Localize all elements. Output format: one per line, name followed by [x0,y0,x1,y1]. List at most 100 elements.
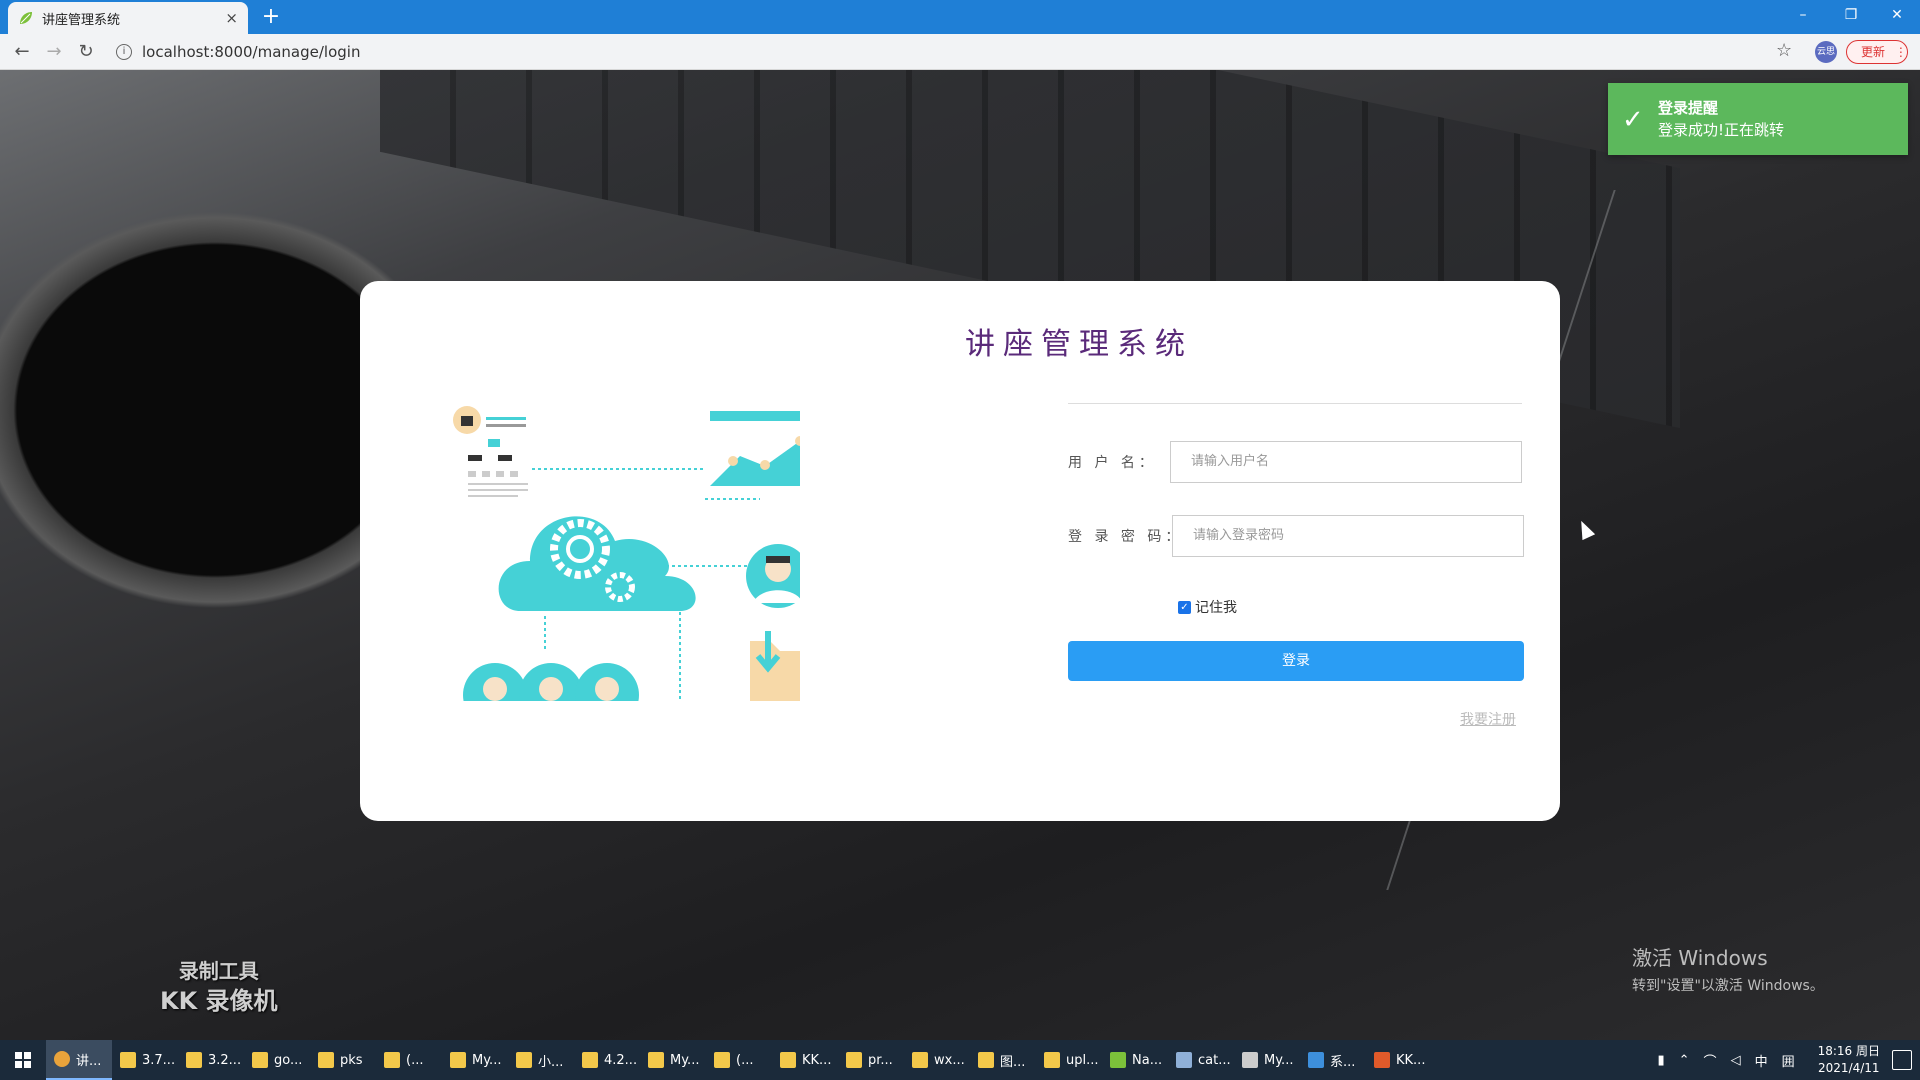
taskbar-item[interactable]: (... [706,1040,772,1080]
title-divider [1068,403,1522,404]
taskbar-item[interactable]: go... [244,1040,310,1080]
chevron-up-icon[interactable]: ⌃ [1679,1053,1690,1068]
windows-logo-icon [15,1052,31,1068]
recorder-watermark: 录制工具 KK 录像机 [160,956,278,1016]
taskbar-item-label: 3.2... [208,1052,242,1068]
taskbar-item-label: pr... [868,1052,893,1068]
taskbar-item[interactable]: 图... [970,1040,1036,1080]
taskbar-item[interactable]: 讲... [46,1040,112,1080]
folder-icon [1044,1052,1060,1068]
username-input[interactable]: 请输入用户名 [1170,441,1522,483]
taskbar-item-label: KK... [1396,1052,1426,1068]
login-card: 讲座管理系统 用 户 名： 请输入用户名 登 录 密 码： 请输入登录密码 ✓ … [360,281,1560,821]
system-tray: ▮ ⌃ ⌒ ◁ 中 囲 18:16 周日 2021/4/11 [1650,1040,1880,1080]
taskbar-items: 讲... 3.7... 3.2... go... pks (... My... 小... 4.2… [46,1040,1432,1080]
address-bar: ← → ↻ i localhost:8000/manage/login ☆ 云思… [0,34,1920,70]
folder-icon [714,1052,730,1068]
folder-icon [978,1052,994,1068]
taskbar-item-label: upl... [1066,1052,1099,1068]
network-icon[interactable]: ⌒ [1704,1051,1717,1070]
forward-button[interactable]: → [42,41,66,63]
password-label: 登 录 密 码： [1068,529,1184,545]
start-button[interactable] [0,1040,46,1080]
tab-title: 讲座管理系统 [42,12,121,28]
clock-date: 2021/4/11 [1818,1061,1880,1075]
register-link[interactable]: 我要注册 [1460,709,1516,729]
leaf-icon [20,12,32,24]
ime-indicator[interactable]: 中 [1755,1051,1768,1070]
checkmark-icon: ✓ [1622,105,1644,135]
taskbar-item[interactable]: Na... [1102,1040,1168,1080]
info-icon[interactable]: i [116,44,132,60]
folder-icon [318,1052,334,1068]
taskbar-item-label: 小... [538,1054,564,1070]
reload-button[interactable]: ↻ [74,41,98,63]
folder-icon [120,1052,136,1068]
minimize-button[interactable]: – [1780,0,1826,30]
folder-icon [186,1052,202,1068]
ime-grid-icon[interactable]: 囲 [1782,1051,1795,1070]
url-field[interactable]: localhost:8000/manage/login [142,43,360,61]
battery-icon[interactable]: ▮ [1657,1053,1664,1068]
folder-icon [912,1052,928,1068]
restore-button[interactable]: ❐ [1828,0,1874,30]
remember-checkbox[interactable]: ✓ [1178,600,1191,614]
taskbar-item-label: My... [472,1052,502,1068]
taskbar-item-label: My... [1264,1052,1294,1068]
taskbar-item[interactable]: My... [442,1040,508,1080]
activation-subtitle: 转到"设置"以激活 Windows。 [1632,978,1824,994]
taskbar-item[interactable]: pks [310,1040,376,1080]
taskbar-item[interactable]: 3.7... [112,1040,178,1080]
chrome-icon [54,1051,70,1067]
taskbar-item-label: 系... [1330,1054,1356,1070]
taskbar: 讲... 3.7... 3.2... go... pks (... My... 小... 4.2… [0,1040,1920,1080]
folder-icon [384,1052,400,1068]
taskbar-item[interactable]: 小... [508,1040,574,1080]
taskbar-item[interactable]: (... [376,1040,442,1080]
system-title: 讲座管理系统 [965,327,1193,362]
volume-icon[interactable]: ◁ [1731,1053,1741,1068]
folder-icon [846,1052,862,1068]
taskbar-item-label: (... [406,1052,424,1068]
folder-icon [582,1052,598,1068]
taskbar-item[interactable]: KK... [1366,1040,1432,1080]
back-button[interactable]: ← [10,41,34,63]
taskbar-item-label: KK... [802,1052,832,1068]
taskbar-item[interactable]: cat... [1168,1040,1234,1080]
tab-close-button[interactable]: × [225,9,238,27]
bookmark-star-icon[interactable]: ☆ [1776,40,1792,61]
window-close-button[interactable]: ✕ [1874,0,1920,30]
clock[interactable]: 18:16 周日 2021/4/11 [1818,1043,1880,1077]
taskbar-item[interactable]: 4.2... [574,1040,640,1080]
remember-me[interactable]: ✓ 记住我 [1178,597,1237,617]
login-button[interactable]: 登录 [1068,641,1524,681]
taskbar-item[interactable]: 3.2... [178,1040,244,1080]
taskbar-item[interactable]: My... [640,1040,706,1080]
taskbar-item-label: wx... [934,1052,965,1068]
login-toast: ✓ 登录提醒 登录成功!正在跳转 [1608,83,1908,155]
clock-time: 18:16 周日 [1817,1044,1880,1058]
taskbar-item[interactable]: My... [1234,1040,1300,1080]
cloud-illustration [453,406,800,701]
toast-message: 登录成功!正在跳转 [1658,121,1785,139]
profile-avatar[interactable]: 云思 [1815,41,1837,63]
update-label: 更新 [1861,45,1886,59]
new-tab-button[interactable]: + [258,4,284,30]
taskbar-item[interactable]: pr... [838,1040,904,1080]
notification-icon[interactable] [1892,1050,1912,1070]
browser-tab[interactable]: 讲座管理系统 × [8,2,248,34]
taskbar-item[interactable]: KK... [772,1040,838,1080]
taskbar-item[interactable]: wx... [904,1040,970,1080]
password-input[interactable]: 请输入登录密码 [1172,515,1524,557]
update-button[interactable]: 更新 ⋮ [1846,40,1908,64]
taskbar-item-label: 讲... [76,1053,102,1069]
folder-icon [252,1052,268,1068]
folder-icon [780,1052,796,1068]
taskbar-item[interactable]: upl... [1036,1040,1102,1080]
taskbar-item-label: 3.7... [142,1052,176,1068]
kk-icon [1374,1052,1390,1068]
taskbar-item[interactable]: 系... [1300,1040,1366,1080]
pen-icon [1242,1052,1258,1068]
activation-title: 激活 Windows [1632,946,1768,970]
username-label: 用 户 名： [1068,455,1157,471]
